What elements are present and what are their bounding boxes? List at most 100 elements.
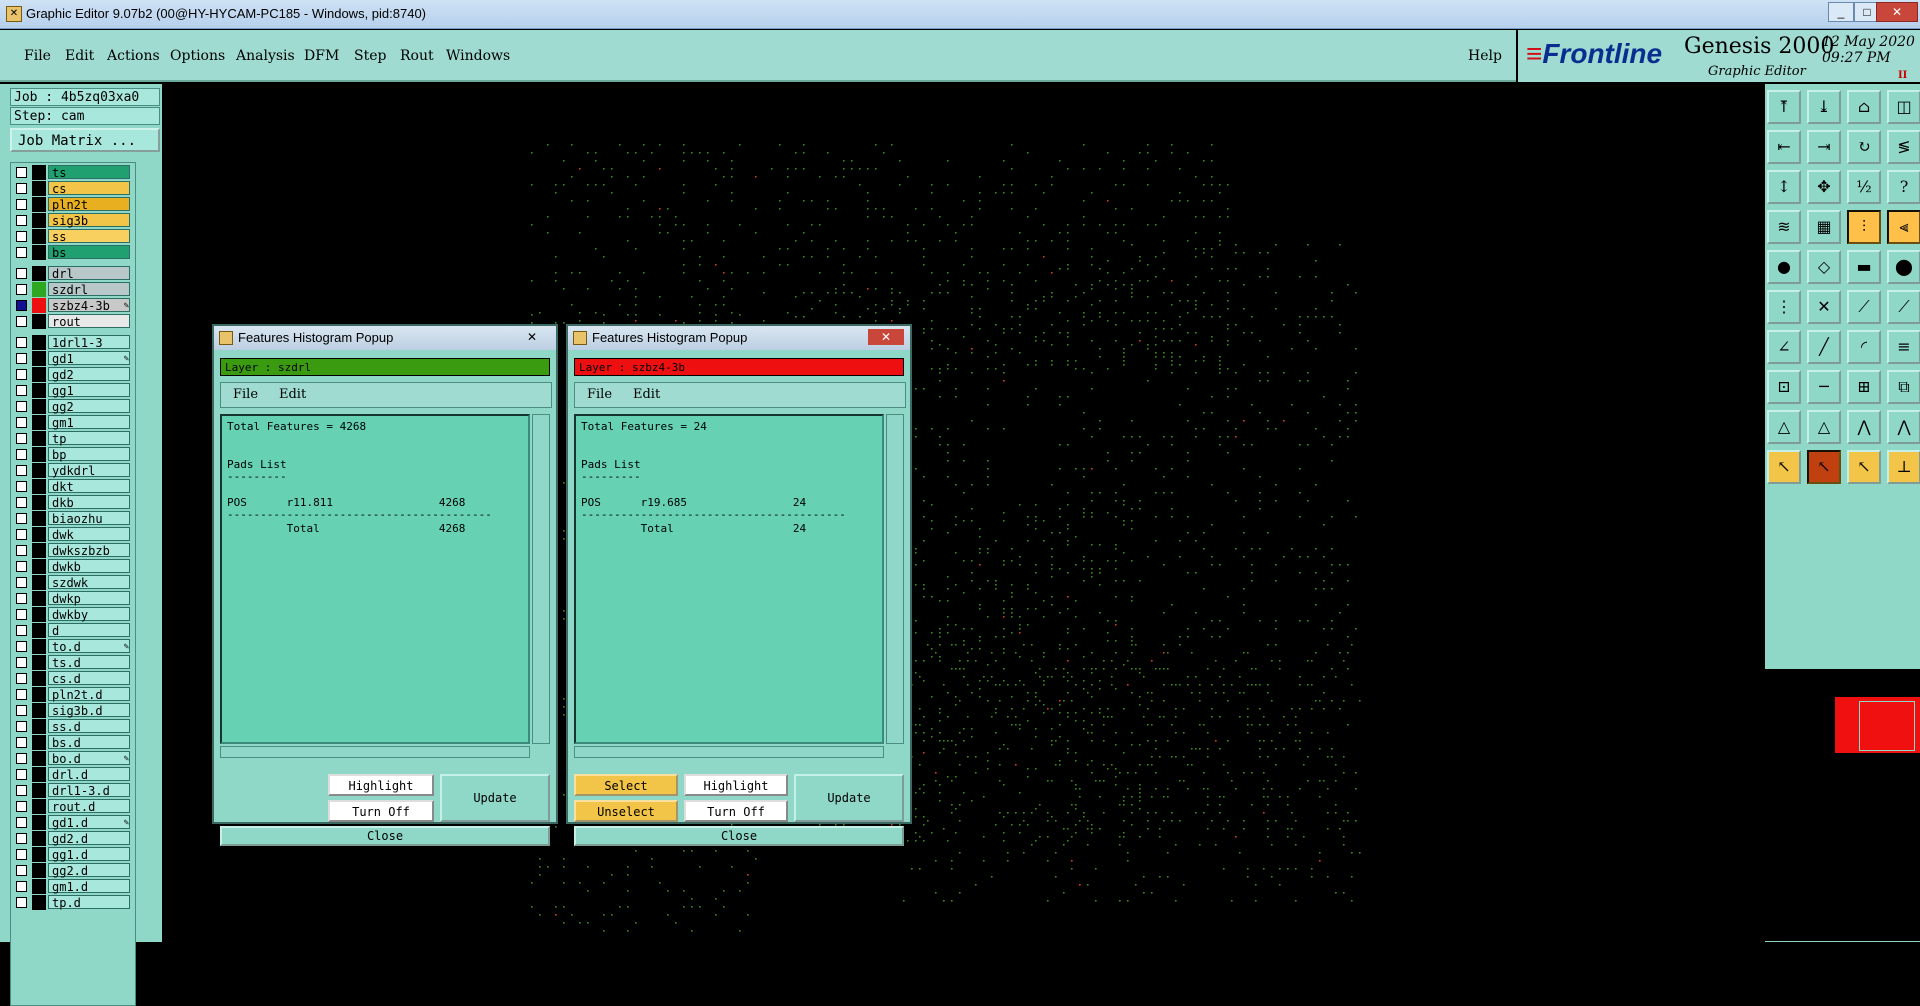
pad-node-icon[interactable]: ⊡ bbox=[1767, 370, 1801, 404]
ruler-icon[interactable]: ▬ bbox=[1847, 250, 1881, 284]
turn-off-button[interactable]: Turn Off bbox=[328, 800, 434, 822]
layer-name[interactable]: dwkby bbox=[48, 607, 130, 622]
layer-color-swatch[interactable] bbox=[32, 229, 46, 244]
snap-center-icon[interactable]: ⫷ bbox=[1887, 210, 1920, 244]
layer-name[interactable]: gd1 ✎ bbox=[48, 351, 130, 366]
minimap[interactable] bbox=[1765, 668, 1920, 941]
layer-checkbox[interactable] bbox=[16, 433, 27, 444]
layer-color-swatch[interactable] bbox=[32, 431, 46, 446]
layer-row[interactable]: gg2.d bbox=[13, 863, 133, 878]
zoom-next-icon[interactable]: ⇥ bbox=[1807, 130, 1841, 164]
layer-name[interactable]: gg1 bbox=[48, 383, 130, 398]
layer-name[interactable]: szdwk bbox=[48, 575, 130, 590]
layer-row[interactable]: dwk bbox=[13, 527, 133, 542]
layer-checkbox[interactable] bbox=[16, 657, 27, 668]
vertical-scrollbar[interactable] bbox=[532, 414, 550, 744]
layer-color-swatch[interactable] bbox=[32, 767, 46, 782]
layer-row[interactable]: ss bbox=[13, 229, 133, 244]
grid-icon[interactable]: ▦ bbox=[1807, 210, 1841, 244]
layer-checkbox[interactable] bbox=[16, 353, 27, 364]
layer-checkbox[interactable] bbox=[16, 369, 27, 380]
layer-row[interactable]: drl1-3.d bbox=[13, 783, 133, 798]
layer-color-swatch[interactable] bbox=[32, 399, 46, 414]
layer-color-swatch[interactable] bbox=[32, 165, 46, 180]
layer-name[interactable]: d bbox=[48, 623, 130, 638]
layer-row[interactable]: dkb bbox=[13, 495, 133, 510]
layer-checkbox[interactable] bbox=[16, 737, 27, 748]
layer-checkbox[interactable] bbox=[16, 609, 27, 620]
layer-row[interactable]: pln2t bbox=[13, 197, 133, 212]
layer-checkbox[interactable] bbox=[16, 385, 27, 396]
menu-actions[interactable]: Actions bbox=[107, 48, 160, 64]
layer-checkbox[interactable] bbox=[16, 497, 27, 508]
layer-color-swatch[interactable] bbox=[32, 799, 46, 814]
layer-color-swatch[interactable] bbox=[32, 447, 46, 462]
layer-color-swatch[interactable] bbox=[32, 351, 46, 366]
layer-color-swatch[interactable] bbox=[32, 623, 46, 638]
layer-color-swatch[interactable] bbox=[32, 181, 46, 196]
layer-checkbox[interactable] bbox=[16, 865, 27, 876]
layer-color-swatch[interactable] bbox=[32, 895, 46, 910]
layer-name[interactable]: gg2.d bbox=[48, 863, 130, 878]
layer-checkbox[interactable] bbox=[16, 769, 27, 780]
layer-color-swatch[interactable] bbox=[32, 655, 46, 670]
layer-color-swatch[interactable] bbox=[32, 383, 46, 398]
horizontal-scrollbar[interactable] bbox=[220, 746, 530, 758]
layer-name[interactable]: tp bbox=[48, 431, 130, 446]
layer-row[interactable]: gg1 bbox=[13, 383, 133, 398]
layer-color-swatch[interactable] bbox=[32, 735, 46, 750]
horizontal-scrollbar[interactable] bbox=[574, 746, 884, 758]
layer-checkbox[interactable] bbox=[16, 337, 27, 348]
layer-row[interactable]: 1drl1-3 bbox=[13, 335, 133, 350]
layer-row[interactable]: bs.d bbox=[13, 735, 133, 750]
layer-color-swatch[interactable] bbox=[32, 527, 46, 542]
layer-name[interactable]: ts bbox=[48, 165, 130, 180]
layer-color-swatch[interactable] bbox=[32, 314, 46, 329]
unselect-button[interactable]: Unselect bbox=[574, 800, 678, 822]
layer-row[interactable]: dwkszbzb bbox=[13, 543, 133, 558]
layer-name[interactable]: drl.d bbox=[48, 767, 130, 782]
layer-checkbox[interactable] bbox=[16, 561, 27, 572]
layer-checkbox[interactable] bbox=[16, 183, 27, 194]
popup-close-icon[interactable]: ✕ bbox=[868, 329, 904, 345]
cross-icon[interactable]: ✕ bbox=[1807, 290, 1841, 324]
layer-checkbox[interactable] bbox=[16, 817, 27, 828]
layer-checkbox[interactable] bbox=[16, 401, 27, 412]
close-window-button[interactable]: ✕ bbox=[1876, 2, 1918, 22]
scale-one-to-two-icon[interactable]: ½ bbox=[1847, 170, 1881, 204]
layer-checkbox[interactable] bbox=[16, 316, 27, 327]
layer-name[interactable]: gm1 bbox=[48, 415, 130, 430]
layer-checkbox[interactable] bbox=[16, 705, 27, 716]
layer-name[interactable]: gm1.d bbox=[48, 879, 130, 894]
layer-row[interactable]: gg1.d bbox=[13, 847, 133, 862]
layer-name[interactable]: dwkb bbox=[48, 559, 130, 574]
layer-color-swatch[interactable] bbox=[32, 639, 46, 654]
layer-name[interactable]: cs.d bbox=[48, 671, 130, 686]
fit-vertical-icon[interactable]: ↕ bbox=[1767, 170, 1801, 204]
layer-name[interactable]: gg2 bbox=[48, 399, 130, 414]
route-tool-icon[interactable]: ⊥ bbox=[1887, 450, 1920, 484]
draw-line-icon[interactable]: ∠ bbox=[1767, 330, 1801, 364]
layer-row[interactable]: ts bbox=[13, 165, 133, 180]
layer-color-swatch[interactable] bbox=[32, 575, 46, 590]
layer-row[interactable]: cs.d bbox=[13, 671, 133, 686]
layer-name[interactable]: dkt bbox=[48, 479, 130, 494]
layer-name[interactable]: bp bbox=[48, 447, 130, 462]
layer-checkbox[interactable] bbox=[16, 625, 27, 636]
layer-color-swatch[interactable] bbox=[32, 831, 46, 846]
highlight-button[interactable]: Highlight bbox=[684, 774, 788, 796]
layer-checkbox[interactable] bbox=[16, 199, 27, 210]
layer-checkbox[interactable] bbox=[16, 897, 27, 908]
layer-row[interactable]: bo.d ✎ bbox=[13, 751, 133, 766]
layer-checkbox[interactable] bbox=[16, 785, 27, 796]
line-node-icon[interactable]: ⟋ bbox=[1847, 290, 1881, 324]
layer-checkbox[interactable] bbox=[16, 545, 27, 556]
layer-name[interactable]: ss bbox=[48, 229, 130, 244]
layer-row[interactable]: rout bbox=[13, 314, 133, 329]
wide-arch-icon[interactable]: ⋀ bbox=[1887, 410, 1920, 444]
highlight-button[interactable]: Highlight bbox=[328, 774, 434, 796]
layer-name[interactable]: pln2t bbox=[48, 197, 130, 212]
layer-name[interactable]: ydkdrl bbox=[48, 463, 130, 478]
open-job-icon[interactable]: ⤒ bbox=[1767, 90, 1801, 124]
layer-name[interactable]: dkb bbox=[48, 495, 130, 510]
